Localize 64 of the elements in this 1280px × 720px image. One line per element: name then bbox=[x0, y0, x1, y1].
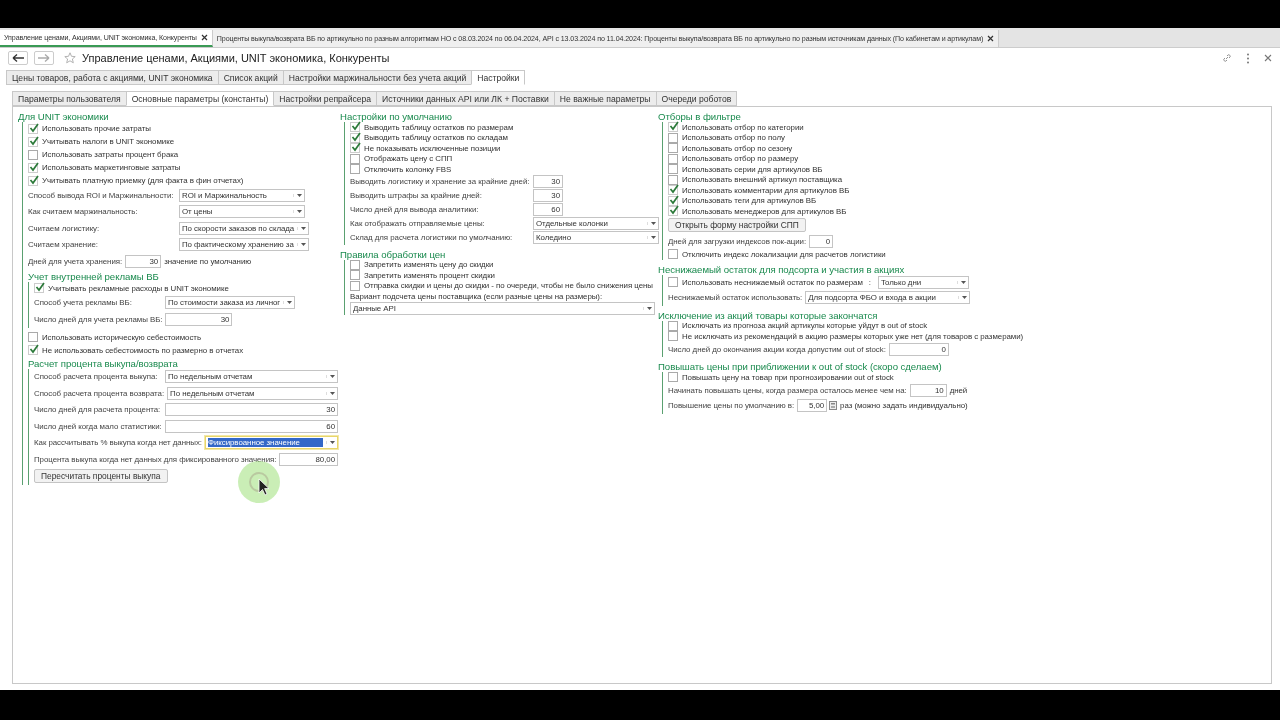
section-title: Исключение из акций товары которые закончатся bbox=[658, 309, 879, 321]
checkbox[interactable] bbox=[350, 153, 360, 164]
checkbox[interactable] bbox=[668, 249, 678, 260]
checkbox[interactable] bbox=[28, 332, 38, 342]
caret-icon[interactable] bbox=[293, 210, 302, 214]
checkbox[interactable] bbox=[668, 153, 678, 164]
tab[interactable]: Настройки репрайсера bbox=[273, 91, 378, 106]
tab[interactable]: Очереди роботов bbox=[655, 91, 738, 106]
checkbox[interactable] bbox=[350, 259, 360, 270]
checkbox[interactable] bbox=[668, 277, 678, 288]
caret-icon[interactable] bbox=[647, 236, 656, 239]
link-icon[interactable] bbox=[1222, 53, 1232, 63]
caret-icon[interactable] bbox=[296, 243, 306, 247]
button[interactable]: Пересчитать проценты выкупа bbox=[34, 469, 168, 483]
checkbox[interactable] bbox=[668, 132, 678, 143]
tab[interactable]: Настройки bbox=[471, 70, 526, 85]
tab[interactable]: Список акций bbox=[217, 70, 284, 85]
checkbox[interactable] bbox=[668, 320, 678, 331]
checkbox[interactable] bbox=[350, 132, 360, 143]
checkbox[interactable] bbox=[350, 280, 360, 291]
checkbox[interactable] bbox=[668, 331, 678, 342]
checkbox[interactable] bbox=[668, 174, 678, 185]
section-title: Правила обработки цен bbox=[340, 248, 447, 260]
checkbox[interactable] bbox=[350, 270, 360, 281]
star-icon[interactable] bbox=[64, 52, 76, 64]
tab[interactable]: Параметры пользователя bbox=[12, 91, 127, 106]
tab[interactable]: Источники данных API или ЛК + Поставки bbox=[376, 91, 555, 106]
caret-icon[interactable] bbox=[958, 296, 968, 300]
caret-icon[interactable] bbox=[647, 222, 656, 225]
close-icon[interactable] bbox=[987, 35, 995, 42]
caret-icon[interactable] bbox=[326, 441, 335, 445]
more-icon[interactable] bbox=[1246, 52, 1250, 64]
checkbox[interactable] bbox=[668, 143, 678, 154]
click-highlight-icon bbox=[237, 460, 281, 504]
caret-icon[interactable] bbox=[297, 226, 307, 230]
caret-icon[interactable] bbox=[283, 301, 293, 305]
close-icon[interactable] bbox=[200, 34, 208, 41]
tab[interactable]: Не важные параметры bbox=[553, 91, 657, 106]
checkbox[interactable] bbox=[350, 164, 360, 175]
caret-icon[interactable] bbox=[643, 307, 652, 310]
caret-icon[interactable] bbox=[326, 391, 335, 395]
button[interactable]: Открыть форму настройки СПП bbox=[668, 218, 806, 232]
section-title: Для UNIT экономики bbox=[18, 111, 110, 122]
section-title: Неснижаемый остаток для подсорта и участия в акциях bbox=[658, 263, 906, 275]
checkbox[interactable] bbox=[668, 195, 678, 206]
section-title: Расчет процента выкупа/возврата bbox=[28, 357, 179, 369]
checkbox[interactable] bbox=[28, 149, 38, 160]
caret-icon[interactable] bbox=[326, 375, 335, 379]
tab[interactable]: Цены товаров, работа с акциями, UNIT экономика bbox=[6, 70, 219, 85]
cursor-icon bbox=[258, 478, 270, 496]
section-title: Настройки по умолчанию bbox=[340, 111, 453, 122]
section-title: Повышать цены при приближении к out of stock (скоро сделаем) bbox=[658, 361, 943, 372]
window-title: Управление ценами, Акциями, UNIT экономика, Конкуренты bbox=[82, 52, 390, 64]
section-title: Отборы в фильтре bbox=[658, 111, 742, 122]
checkbox[interactable] bbox=[668, 164, 678, 175]
checkbox[interactable] bbox=[668, 372, 678, 383]
section-title: Учет внутренней рекламы ВБ bbox=[28, 270, 160, 282]
checkbox[interactable] bbox=[28, 345, 38, 355]
tab[interactable]: Настройки маржинальности без учета акций bbox=[282, 70, 473, 85]
checkbox[interactable] bbox=[34, 283, 44, 293]
tab[interactable]: Основные параметры (константы) bbox=[125, 91, 275, 106]
caret-icon[interactable] bbox=[956, 280, 966, 284]
calculator-icon[interactable] bbox=[829, 401, 838, 411]
caret-icon[interactable] bbox=[293, 193, 302, 197]
